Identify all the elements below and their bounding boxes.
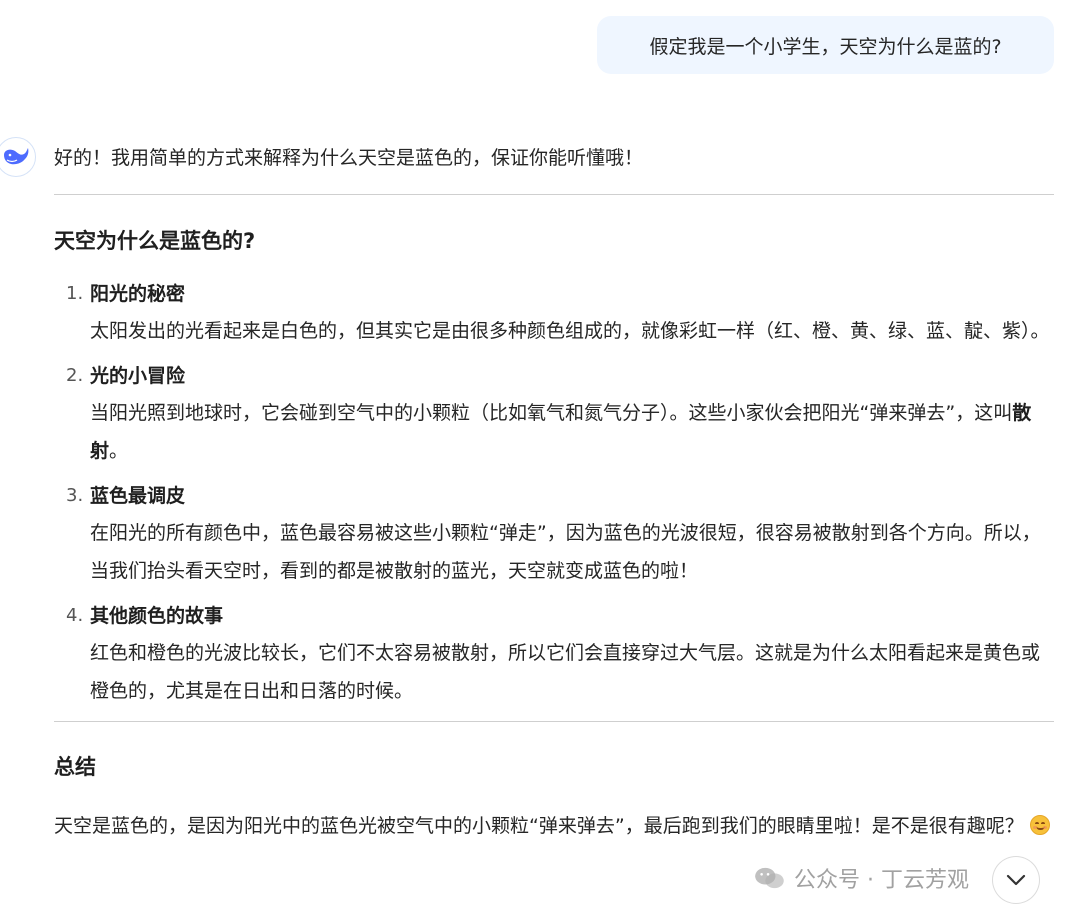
list-number: 4.	[66, 605, 84, 626]
assistant-answer: 好的！我用简单的方式来解释为什么天空是蓝色的，保证你能听懂哦！ 天空为什么是蓝色…	[54, 140, 1054, 846]
section-heading: 天空为什么是蓝色的?	[54, 229, 256, 253]
list-number: 2.	[66, 365, 84, 386]
wechat-icon	[755, 867, 784, 889]
scroll-to-bottom-button[interactable]	[992, 856, 1040, 904]
explanation-list: 1. 阳光的秘密 太阳发出的光看起来是白色的，但其实它是由很多种颜色组成的，就像…	[54, 279, 1054, 710]
watermark-text: 公众号 · 丁云芳观	[794, 868, 969, 893]
list-number: 3.	[66, 485, 84, 506]
list-item: 1. 阳光的秘密 太阳发出的光看起来是白色的，但其实它是由很多种颜色组成的，就像…	[54, 279, 1054, 350]
list-item: 4. 其他颜色的故事 红色和橙色的光波比较长，它们不太容易被散射，所以它们会直接…	[54, 601, 1054, 710]
answer-intro: 好的！我用简单的方式来解释为什么天空是蓝色的，保证你能听懂哦！	[54, 147, 644, 169]
assistant-avatar	[0, 137, 36, 177]
chat-page: 假定我是一个小学生，天空为什么是蓝的? 好的！我用简单的方式来解释为什么天空是蓝…	[0, 0, 1080, 922]
list-item-body: 红色和橙色的光波比较长，它们不太容易被散射，所以它们会直接穿过大气层。这就是为什…	[90, 642, 1041, 702]
user-message-text: 假定我是一个小学生，天空为什么是蓝的?	[649, 35, 1002, 58]
body-text: 当阳光照到地球时，它会碰到空气中的小颗粒（比如氧气和氮气分子）。这些小家伙会把阳…	[90, 402, 1013, 424]
user-message-bubble: 假定我是一个小学生，天空为什么是蓝的?	[597, 16, 1054, 74]
summary-paragraph: 天空是蓝色的，是因为阳光中的蓝色光被空气中的小颗粒“弹来弹去”，最后跑到我们的眼…	[54, 806, 1054, 846]
list-item-title: 其他颜色的故事	[90, 605, 224, 627]
list-item: 2. 光的小冒险 当阳光照到地球时，它会碰到空气中的小颗粒（比如氧气和氮气分子）…	[54, 361, 1054, 470]
list-item-body: 在阳光的所有颜色中，蓝色最容易被这些小颗粒“弹走”，因为蓝色的光波很短，很容易被…	[90, 522, 1041, 582]
summary-heading: 总结	[54, 755, 96, 779]
whale-logo-icon	[4, 148, 29, 165]
chevron-down-icon	[1006, 874, 1026, 886]
list-item: 3. 蓝色最调皮 在阳光的所有颜色中，蓝色最容易被这些小颗粒“弹走”，因为蓝色的…	[54, 481, 1054, 590]
list-item-title: 阳光的秘密	[90, 283, 186, 305]
summary-text: 天空是蓝色的，是因为阳光中的蓝色光被空气中的小颗粒“弹来弹去”，最后跑到我们的眼…	[54, 815, 1024, 837]
list-item-title: 蓝色最调皮	[90, 485, 186, 507]
list-item-title: 光的小冒险	[90, 365, 186, 387]
watermark: 公众号 · 丁云芳观	[752, 862, 969, 894]
divider	[54, 721, 1054, 722]
list-item-body: 当阳光照到地球时，它会碰到空气中的小颗粒（比如氧气和氮气分子）。这些小家伙会把阳…	[90, 394, 1054, 470]
divider	[54, 194, 1054, 195]
smiling-face-emoji	[1029, 815, 1050, 835]
list-item-body: 太阳发出的光看起来是白色的，但其实它是由很多种颜色组成的，就像彩虹一样（红、橙、…	[90, 320, 1050, 342]
body-text: 。	[109, 440, 129, 462]
list-number: 1.	[66, 283, 84, 304]
